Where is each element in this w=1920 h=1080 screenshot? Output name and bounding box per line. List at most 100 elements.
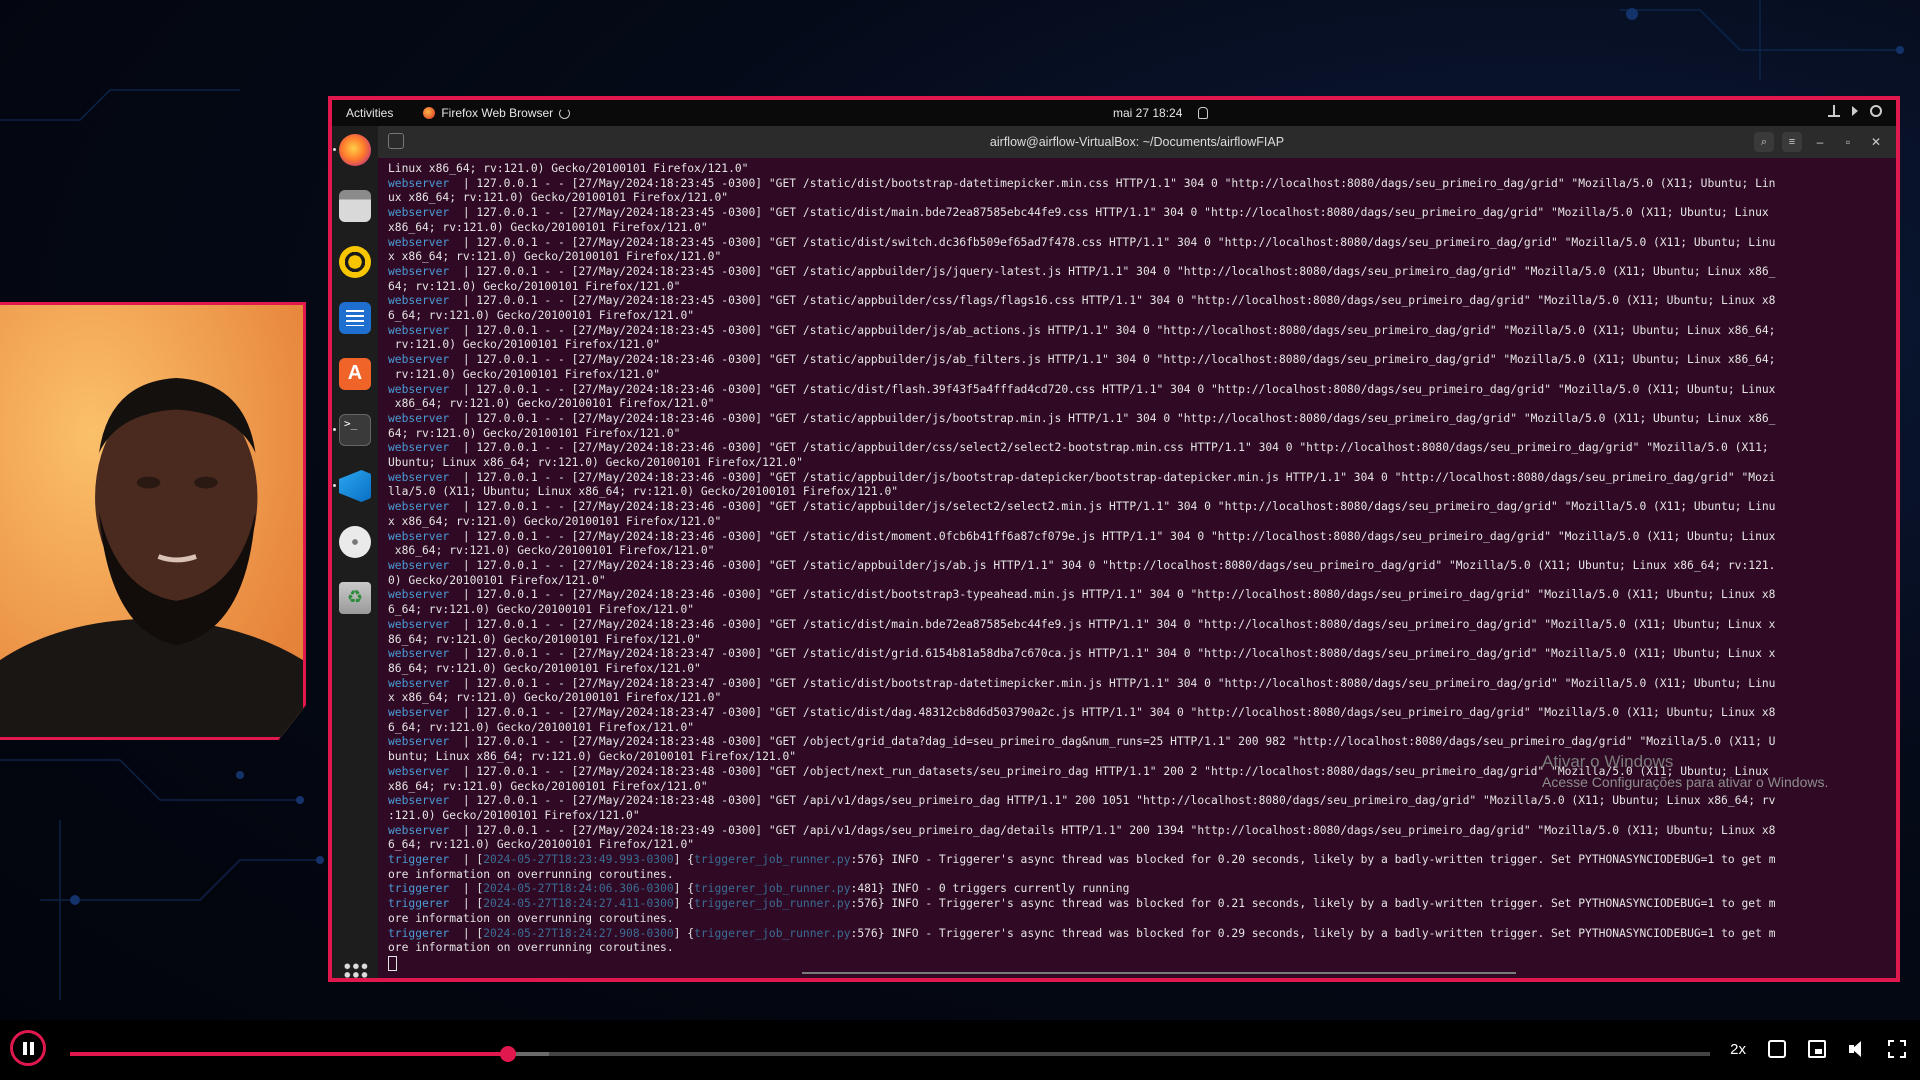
pause-button[interactable] <box>10 1030 46 1066</box>
terminal-line: ux x86_64; rv:121.0) Gecko/20100101 Fire… <box>388 191 1888 206</box>
playback-speed-button[interactable]: 2x <box>1730 1041 1746 1058</box>
log-text: | 127.0.0.1 - - [27/May/2024:18:23:45 -0… <box>449 206 1769 220</box>
service-label: webserver <box>388 588 450 602</box>
terminal-line: webserver | 127.0.0.1 - - [27/May/2024:1… <box>388 647 1888 662</box>
fullscreen-icon[interactable] <box>1888 1040 1906 1058</box>
log-text: | 127.0.0.1 - - [27/May/2024:18:23:45 -0… <box>449 323 1776 337</box>
loading-spinner-icon <box>559 107 571 119</box>
service-label: webserver <box>388 411 450 425</box>
service-label: triggerer <box>388 882 450 896</box>
terminal-line: ore information on overrunning coroutine… <box>388 912 1888 927</box>
terminal-output[interactable]: Linux x86_64; rv:121.0) Gecko/20100101 F… <box>378 158 1896 978</box>
seek-bar[interactable] <box>70 1046 1710 1062</box>
log-text: | 127.0.0.1 - - [27/May/2024:18:23:49 -0… <box>449 823 1776 837</box>
terminal-window-title: airflow@airflow-VirtualBox: ~/Documents/… <box>989 135 1285 149</box>
volume-icon[interactable] <box>1848 1040 1866 1058</box>
service-label: webserver <box>388 294 450 308</box>
terminal-line: webserver | 127.0.0.1 - - [27/May/2024:1… <box>388 441 1888 456</box>
terminal-line: webserver | 127.0.0.1 - - [27/May/2024:1… <box>388 412 1888 427</box>
ubuntu-top-bar: Activities Firefox Web Browser mai 27 18… <box>332 100 1896 126</box>
ubuntu-software-icon[interactable] <box>339 358 371 390</box>
rhythmbox-icon[interactable] <box>339 246 371 278</box>
log-text: | 127.0.0.1 - - [27/May/2024:18:23:46 -0… <box>449 353 1776 367</box>
vscode-icon[interactable] <box>339 470 371 502</box>
clock-label: mai 27 18:24 <box>1113 106 1183 120</box>
running-indicator <box>333 148 336 151</box>
terminal-line: x86_64; rv:121.0) Gecko/20100101 Firefox… <box>388 221 1888 236</box>
service-label: webserver <box>388 764 450 778</box>
libreoffice-writer-icon[interactable] <box>339 302 371 334</box>
service-label: webserver <box>388 500 450 514</box>
firefox-icon <box>423 107 436 119</box>
log-text: ] { <box>673 853 695 867</box>
volume-icon <box>1852 106 1858 116</box>
ubuntu-dock <box>332 126 378 978</box>
presenter-image <box>0 305 303 737</box>
log-text: ore information on overrunning coroutine… <box>388 941 674 955</box>
service-label: webserver <box>388 264 450 278</box>
log-source-file: triggerer_job_runner.py <box>694 926 851 940</box>
seek-knob[interactable] <box>499 1046 516 1062</box>
service-label: webserver <box>388 735 450 749</box>
service-label: webserver <box>388 794 450 808</box>
terminal-line: webserver | 127.0.0.1 - - [27/May/2024:1… <box>388 706 1888 721</box>
terminal-line: x x86_64; rv:121.0) Gecko/20100101 Firef… <box>388 515 1888 530</box>
terminal-line: 6_64; rv:121.0) Gecko/20100101 Firefox/1… <box>388 721 1888 736</box>
focused-app-menu[interactable]: Firefox Web Browser <box>423 106 571 120</box>
hamburger-menu-icon[interactable]: ≡ <box>1782 132 1802 152</box>
dvd-drive-icon[interactable] <box>339 526 371 558</box>
service-label: webserver <box>388 647 450 661</box>
vm-horizontal-scrollbar[interactable] <box>802 972 1516 974</box>
terminal-line: triggerer | [2024-05-27T18:24:27.411-030… <box>388 897 1888 912</box>
show-applications-icon[interactable] <box>343 962 369 978</box>
log-text: | [ <box>449 882 484 896</box>
prompt-line[interactable] <box>388 955 1888 971</box>
running-indicator <box>333 428 336 431</box>
files-icon[interactable] <box>339 190 371 222</box>
terminal-line: 0) Gecko/20100101 Firefox/121.0" <box>388 574 1888 589</box>
running-indicator <box>333 484 336 487</box>
log-text: | 127.0.0.1 - - [27/May/2024:18:23:46 -0… <box>449 588 1776 602</box>
maximize-icon[interactable]: ▫ <box>1838 132 1858 152</box>
log-text: x x86_64; rv:121.0) Gecko/20100101 Firef… <box>388 250 722 264</box>
log-text: ore information on overrunning coroutine… <box>388 867 674 881</box>
log-text: x x86_64; rv:121.0) Gecko/20100101 Firef… <box>388 514 722 528</box>
log-text: ore information on overrunning coroutine… <box>388 911 674 925</box>
log-text: | 127.0.0.1 - - [27/May/2024:18:23:48 -0… <box>449 794 1776 808</box>
text-cursor <box>388 955 397 971</box>
close-icon[interactable]: ✕ <box>1866 132 1886 152</box>
log-source-file: triggerer_job_runner.py <box>694 853 851 867</box>
trash-icon[interactable] <box>339 582 371 614</box>
terminal-line: triggerer | [2024-05-27T18:24:27.908-030… <box>388 927 1888 942</box>
video-player-controls: 2x <box>0 1020 1920 1080</box>
clock[interactable]: mai 27 18:24 <box>1113 106 1209 120</box>
log-text: | 127.0.0.1 - - [27/May/2024:18:23:47 -0… <box>449 647 1776 661</box>
terminal-icon[interactable] <box>339 414 371 446</box>
picture-in-picture-icon[interactable] <box>1808 1040 1826 1058</box>
log-text: | 127.0.0.1 - - [27/May/2024:18:23:47 -0… <box>449 706 1776 720</box>
log-text: | [ <box>449 926 484 940</box>
service-label: webserver <box>388 706 450 720</box>
terminal-titlebar[interactable]: airflow@airflow-VirtualBox: ~/Documents/… <box>378 126 1896 158</box>
log-text: 6_64; rv:121.0) Gecko/20100101 Firefox/1… <box>388 603 695 617</box>
log-text: | 127.0.0.1 - - [27/May/2024:18:23:46 -0… <box>449 529 1776 543</box>
terminal-line: triggerer | [2024-05-27T18:23:49.993-030… <box>388 853 1888 868</box>
log-text: :481} INFO - 0 triggers currently runnin… <box>850 882 1130 896</box>
search-icon[interactable]: ⌕ <box>1754 132 1774 152</box>
system-tray[interactable] <box>1828 105 1882 117</box>
service-label: triggerer <box>388 897 450 911</box>
log-text: x86_64; rv:121.0) Gecko/20100101 Firefox… <box>388 397 715 411</box>
firefox-icon[interactable] <box>339 134 371 166</box>
log-timestamp: 2024-05-27T18:24:27.908-0300 <box>483 926 674 940</box>
terminal-line: 64; rv:121.0) Gecko/20100101 Firefox/121… <box>388 280 1888 295</box>
subtitles-icon[interactable] <box>1768 1040 1786 1058</box>
log-text: 6_64; rv:121.0) Gecko/20100101 Firefox/1… <box>388 720 695 734</box>
activities-button[interactable]: Activities <box>346 106 393 120</box>
service-label: webserver <box>388 353 450 367</box>
minimize-icon[interactable]: – <box>1810 132 1830 152</box>
log-text: 6_64; rv:121.0) Gecko/20100101 Firefox/1… <box>388 309 695 323</box>
terminal-line: webserver | 127.0.0.1 - - [27/May/2024:1… <box>388 530 1888 545</box>
log-text: | 127.0.0.1 - - [27/May/2024:18:23:45 -0… <box>449 294 1776 308</box>
log-text: ] { <box>673 897 695 911</box>
service-label: webserver <box>388 441 450 455</box>
